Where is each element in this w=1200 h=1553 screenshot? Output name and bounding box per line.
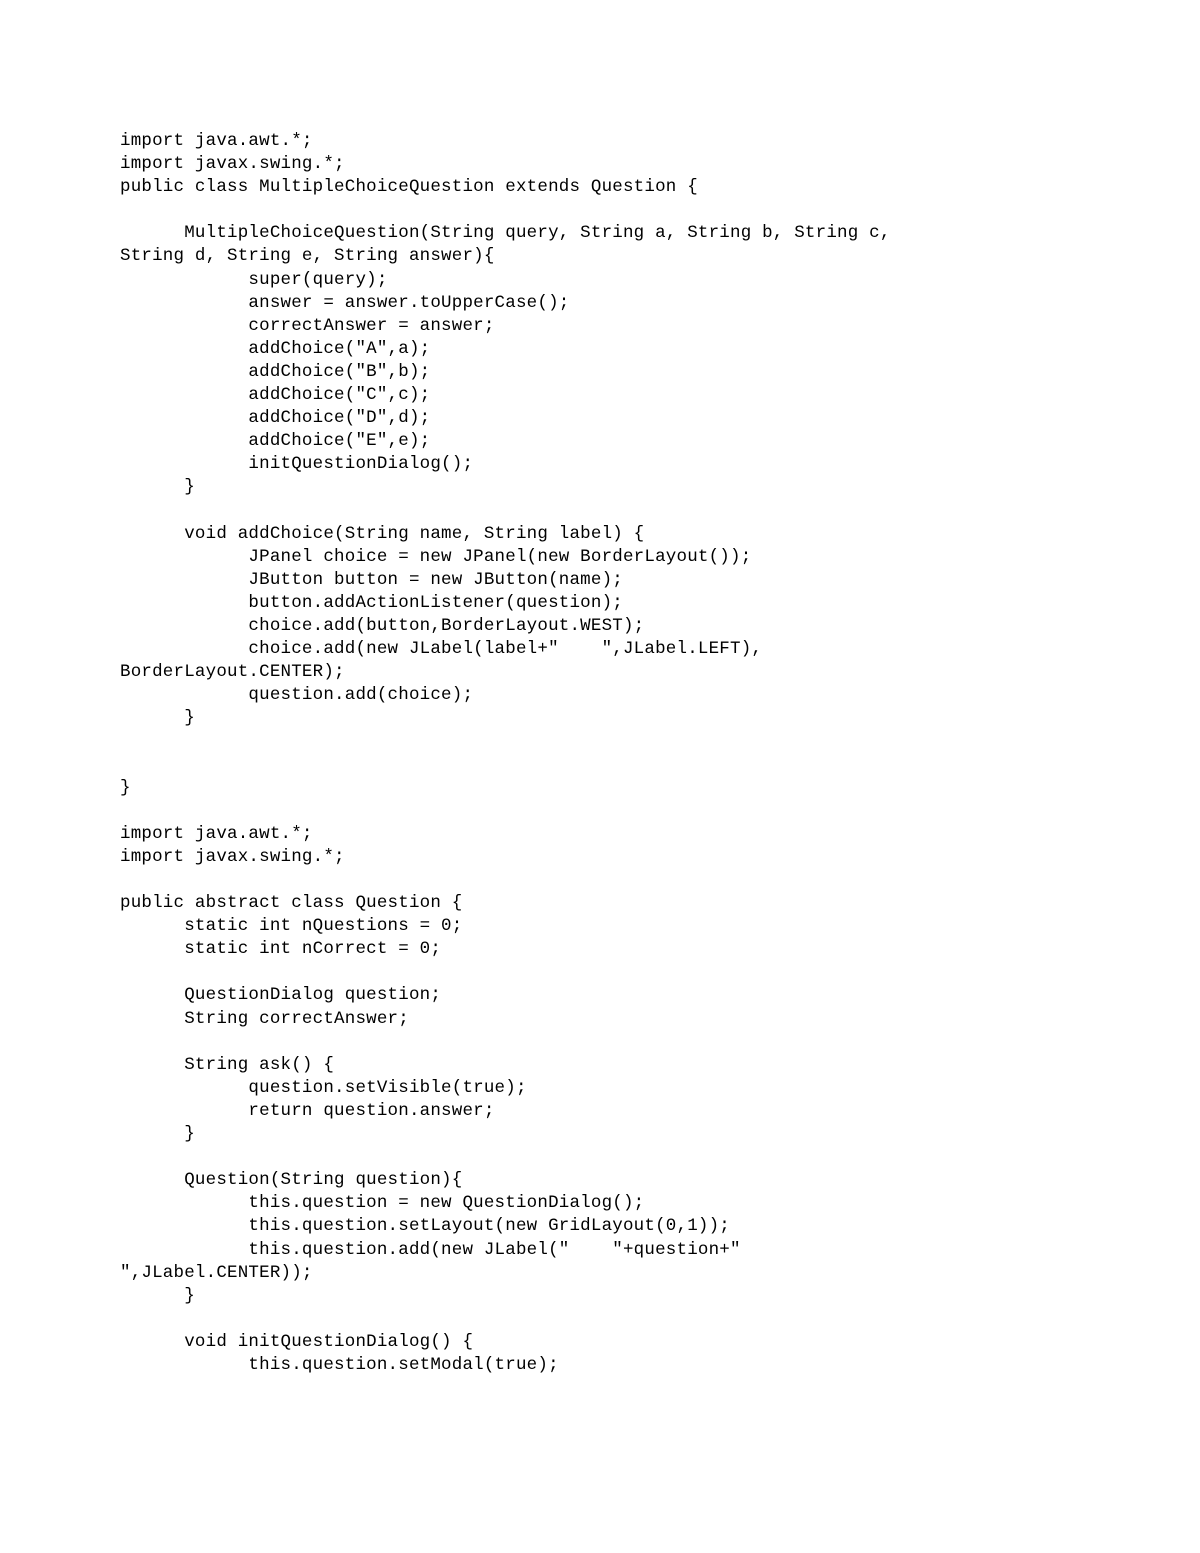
code-line: String ask() { bbox=[120, 1054, 1080, 1077]
code-line: String d, String e, String answer){ bbox=[120, 245, 1080, 268]
code-line: } bbox=[120, 476, 1080, 499]
code-line: question.add(choice); bbox=[120, 684, 1080, 707]
code-line: choice.add(button,BorderLayout.WEST); bbox=[120, 615, 1080, 638]
code-line: import java.awt.*; bbox=[120, 130, 1080, 153]
code-line: public class MultipleChoiceQuestion exte… bbox=[120, 176, 1080, 199]
code-line: } bbox=[120, 1123, 1080, 1146]
code-line: addChoice("D",d); bbox=[120, 407, 1080, 430]
code-line bbox=[120, 1308, 1080, 1331]
code-line bbox=[120, 199, 1080, 222]
code-line: addChoice("B",b); bbox=[120, 361, 1080, 384]
code-line: addChoice("A",a); bbox=[120, 338, 1080, 361]
code-line: choice.add(new JLabel(label+" ",JLabel.L… bbox=[120, 638, 1080, 661]
code-line bbox=[120, 869, 1080, 892]
code-line: static int nQuestions = 0; bbox=[120, 915, 1080, 938]
code-line: addChoice("E",e); bbox=[120, 430, 1080, 453]
code-line: super(query); bbox=[120, 269, 1080, 292]
code-line: } bbox=[120, 777, 1080, 800]
code-line: QuestionDialog question; bbox=[120, 984, 1080, 1007]
code-line bbox=[120, 961, 1080, 984]
code-line: } bbox=[120, 1285, 1080, 1308]
code-line: button.addActionListener(question); bbox=[120, 592, 1080, 615]
code-line: void addChoice(String name, String label… bbox=[120, 523, 1080, 546]
code-line: import javax.swing.*; bbox=[120, 153, 1080, 176]
code-line: BorderLayout.CENTER); bbox=[120, 661, 1080, 684]
code-line: this.question = new QuestionDialog(); bbox=[120, 1192, 1080, 1215]
code-line: import java.awt.*; bbox=[120, 823, 1080, 846]
code-line: } bbox=[120, 707, 1080, 730]
code-line: this.question.setLayout(new GridLayout(0… bbox=[120, 1215, 1080, 1238]
code-line: Question(String question){ bbox=[120, 1169, 1080, 1192]
code-line bbox=[120, 730, 1080, 753]
code-line bbox=[120, 754, 1080, 777]
code-line: JPanel choice = new JPanel(new BorderLay… bbox=[120, 546, 1080, 569]
code-document: import java.awt.*;import javax.swing.*;p… bbox=[0, 0, 1200, 1477]
code-line: addChoice("C",c); bbox=[120, 384, 1080, 407]
code-line: answer = answer.toUpperCase(); bbox=[120, 292, 1080, 315]
code-line: MultipleChoiceQuestion(String query, Str… bbox=[120, 222, 1080, 245]
code-line: return question.answer; bbox=[120, 1100, 1080, 1123]
code-line: public abstract class Question { bbox=[120, 892, 1080, 915]
code-block: import java.awt.*;import javax.swing.*;p… bbox=[120, 130, 1080, 1377]
code-line bbox=[120, 1031, 1080, 1054]
code-line: ",JLabel.CENTER)); bbox=[120, 1262, 1080, 1285]
code-line: question.setVisible(true); bbox=[120, 1077, 1080, 1100]
code-line bbox=[120, 1146, 1080, 1169]
code-line: initQuestionDialog(); bbox=[120, 453, 1080, 476]
code-line: import javax.swing.*; bbox=[120, 846, 1080, 869]
code-line: static int nCorrect = 0; bbox=[120, 938, 1080, 961]
code-line bbox=[120, 500, 1080, 523]
code-line: correctAnswer = answer; bbox=[120, 315, 1080, 338]
code-line: this.question.add(new JLabel(" "+questio… bbox=[120, 1239, 1080, 1262]
code-line: JButton button = new JButton(name); bbox=[120, 569, 1080, 592]
code-line: this.question.setModal(true); bbox=[120, 1354, 1080, 1377]
code-line: void initQuestionDialog() { bbox=[120, 1331, 1080, 1354]
code-line: String correctAnswer; bbox=[120, 1008, 1080, 1031]
code-line bbox=[120, 800, 1080, 823]
